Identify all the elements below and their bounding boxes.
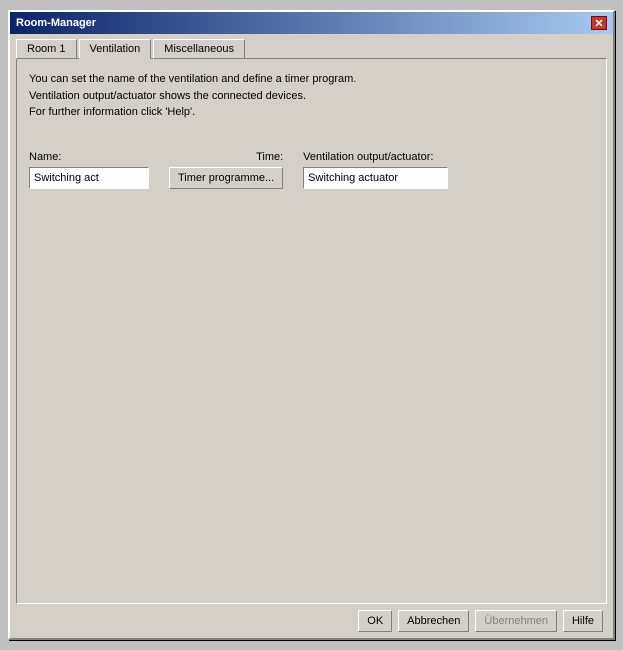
time-field-group: Time: Timer programme... — [169, 151, 283, 189]
name-input[interactable] — [29, 167, 149, 189]
desc-line2: Ventilation output/actuator shows the co… — [29, 88, 594, 105]
tab-bar: Room 1 Ventilation Miscellaneous — [10, 34, 613, 58]
main-window: Room-Manager ✕ Room 1 Ventilation Miscel… — [8, 10, 615, 640]
name-field-group: Name: — [29, 151, 149, 189]
close-button[interactable]: ✕ — [591, 16, 607, 30]
ok-button[interactable]: OK — [358, 610, 392, 632]
help-button[interactable]: Hilfe — [563, 610, 603, 632]
tab-content: You can set the name of the ventilation … — [16, 58, 607, 604]
actuator-field-group: Ventilation output/actuator: — [303, 151, 448, 189]
bottom-bar: OK Abbrechen Übernehmen Hilfe — [10, 604, 613, 638]
cancel-button[interactable]: Abbrechen — [398, 610, 469, 632]
description: You can set the name of the ventilation … — [29, 71, 594, 121]
tab-room1[interactable]: Room 1 — [16, 39, 77, 59]
tab-miscellaneous[interactable]: Miscellaneous — [153, 39, 245, 59]
actuator-input[interactable] — [303, 167, 448, 189]
desc-line3: For further information click 'Help'. — [29, 104, 594, 121]
time-label: Time: — [256, 151, 283, 163]
fields-row: Name: Time: Timer programme... Ventilati… — [29, 151, 594, 189]
window-title: Room-Manager — [16, 17, 96, 29]
actuator-label: Ventilation output/actuator: — [303, 151, 448, 163]
apply-button[interactable]: Übernehmen — [475, 610, 557, 632]
desc-line1: You can set the name of the ventilation … — [29, 71, 594, 88]
titlebar: Room-Manager ✕ — [10, 12, 613, 34]
timer-programme-button[interactable]: Timer programme... — [169, 167, 283, 189]
name-label: Name: — [29, 151, 149, 163]
tab-ventilation[interactable]: Ventilation — [79, 39, 152, 59]
